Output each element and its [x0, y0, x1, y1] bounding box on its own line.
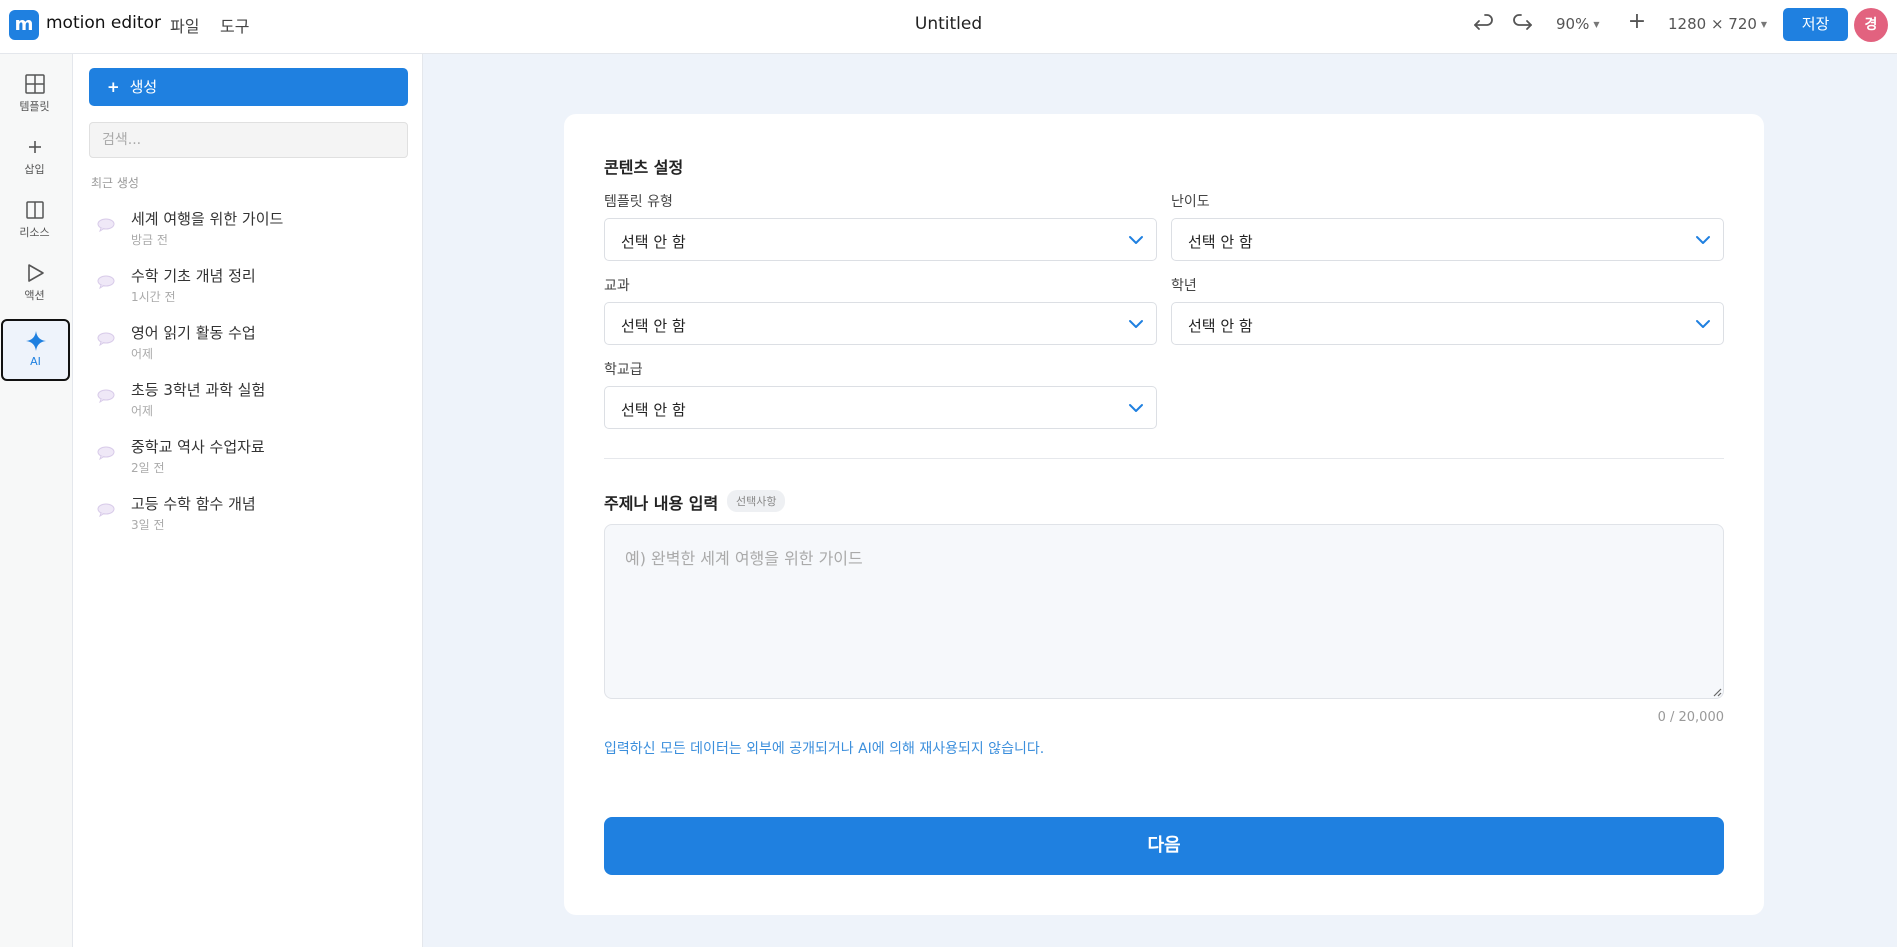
history-time: 3일 전 — [131, 518, 165, 532]
history-time: 2일 전 — [131, 461, 165, 475]
rail-item-ai[interactable]: AI — [1, 319, 70, 381]
history-time: 방금 전 — [131, 233, 168, 247]
history-time: 어제 — [131, 404, 154, 418]
topic-textarea[interactable] — [604, 524, 1724, 699]
history-item[interactable]: 초등 3학년 과학 실험 어제 — [89, 377, 408, 427]
grid-icon — [24, 74, 45, 94]
subject-select[interactable]: 선택 안 함 — [604, 302, 1157, 345]
rail-label: 삽입 — [24, 163, 45, 176]
resize-grip-icon[interactable] — [1712, 687, 1722, 697]
zoom-select[interactable]: 90% ▼ — [1556, 15, 1600, 33]
sparkle-icon — [25, 331, 46, 351]
menu-file[interactable]: 파일 — [170, 13, 199, 37]
difficulty-value: 선택 안 함 — [1188, 233, 1253, 251]
history-item[interactable]: 고등 수학 함수 개념 3일 전 — [89, 491, 408, 541]
redo-icon[interactable] — [1509, 12, 1535, 38]
chevron-down-icon — [1129, 236, 1143, 244]
history-item[interactable]: 수학 기초 개념 정리 1시간 전 — [89, 263, 408, 313]
history-title: 영어 읽기 활동 수업 — [131, 324, 256, 342]
app-name: motion editor — [46, 13, 161, 33]
history-time: 1시간 전 — [131, 290, 176, 304]
difficulty-select[interactable]: 선택 안 함 — [1171, 218, 1724, 261]
chevron-down-icon — [1696, 320, 1710, 328]
chat-bubble-icon — [97, 446, 115, 460]
columns-icon — [25, 201, 44, 219]
plus-icon — [28, 141, 41, 153]
char-counter: 0 / 20,000 — [1657, 710, 1724, 725]
history-title: 고등 수학 함수 개념 — [131, 495, 256, 513]
zoom-value: 90% — [1556, 15, 1590, 33]
history-item[interactable]: 세계 여행을 위한 가이드 방금 전 — [89, 206, 408, 256]
chat-bubble-icon — [97, 332, 115, 346]
app-logo[interactable]: m — [9, 10, 39, 40]
history-title: 중학교 역사 수업자료 — [131, 438, 265, 456]
save-button[interactable]: 저장 — [1783, 8, 1848, 41]
caret-down-icon: ▼ — [1593, 20, 1600, 29]
grade-select[interactable]: 선택 안 함 — [1171, 302, 1724, 345]
caret-down-icon: ▼ — [1760, 20, 1768, 29]
doc-title[interactable]: Untitled — [915, 14, 982, 34]
play-icon — [27, 264, 44, 282]
chevron-down-icon — [1696, 236, 1710, 244]
history-title: 세계 여행을 위한 가이드 — [131, 210, 284, 228]
difficulty-label: 난이도 — [1171, 194, 1210, 210]
rail-label: 리소스 — [19, 226, 50, 239]
template-type-label: 템플릿 유형 — [604, 194, 673, 210]
doc-title-wrapper: Untitled — [0, 14, 1897, 34]
side-panel: + 생성 최근 생성 세계 여행을 위한 가이드 방금 전 수학 기초 개념 정리… — [73, 54, 423, 947]
left-rail: 템플릿 삽입 리소스 액션 AI — [0, 54, 73, 947]
chat-bubble-icon — [97, 389, 115, 403]
recent-label: 최근 생성 — [91, 176, 139, 190]
grade-label: 학년 — [1171, 278, 1197, 294]
topic-title: 주제나 내용 입력 — [604, 494, 719, 513]
chevron-down-icon — [1129, 404, 1143, 412]
grade-value: 선택 안 함 — [1188, 317, 1253, 335]
rail-item-insert[interactable]: 삽입 — [0, 127, 69, 189]
top-bar: m motion editor 파일 도구 Untitled 90% ▼ + 12… — [0, 0, 1897, 54]
template-type-value: 선택 안 함 — [621, 233, 686, 251]
add-button[interactable]: + — [1626, 9, 1648, 34]
canvas-size-select[interactable]: 1280 × 720 ▼ — [1668, 15, 1767, 33]
chat-bubble-icon — [97, 503, 115, 517]
menu-tools[interactable]: 도구 — [220, 13, 249, 37]
history-title: 수학 기초 개념 정리 — [131, 267, 256, 285]
history-item[interactable]: 중학교 역사 수업자료 2일 전 — [89, 434, 408, 484]
subject-value: 선택 안 함 — [621, 317, 686, 335]
divider — [604, 458, 1724, 459]
plus-icon: + — [107, 78, 120, 96]
chevron-down-icon — [1129, 320, 1143, 328]
search-input[interactable] — [89, 122, 408, 158]
template-type-select[interactable]: 선택 안 함 — [604, 218, 1157, 261]
rail-item-templates[interactable]: 템플릿 — [0, 64, 69, 126]
create-label: 생성 — [129, 78, 158, 96]
chat-bubble-icon — [97, 218, 115, 232]
undo-icon[interactable] — [1471, 12, 1497, 38]
school-level-select[interactable]: 선택 안 함 — [604, 386, 1157, 429]
rail-label: 액션 — [24, 289, 45, 302]
school-level-label: 학교급 — [604, 362, 643, 378]
avatar[interactable]: 경 — [1854, 8, 1888, 42]
next-button[interactable]: 다음 — [604, 817, 1724, 875]
history-title: 초등 3학년 과학 실험 — [131, 381, 266, 399]
rail-item-resources[interactable]: 리소스 — [0, 190, 69, 252]
optional-badge: 선택사항 — [727, 490, 786, 512]
content-settings-card: 콘텐츠 설정 템플릿 유형 선택 안 함 난이도 선택 안 함 교과 선택 안 … — [564, 114, 1764, 915]
rail-label: 템플릿 — [19, 100, 50, 113]
history-item[interactable]: 영어 읽기 활동 수업 어제 — [89, 320, 408, 370]
chat-bubble-icon — [97, 275, 115, 289]
create-button[interactable]: + 생성 — [89, 68, 408, 106]
canvas-size-value: 1280 × 720 — [1668, 15, 1757, 33]
rail-item-actions[interactable]: 액션 — [0, 253, 69, 315]
section-title: 콘텐츠 설정 — [604, 158, 684, 177]
rail-label: AI — [30, 355, 41, 368]
privacy-notice: 입력하신 모든 데이터는 외부에 공개되거나 AI에 의해 재사용되지 않습니다… — [604, 741, 1045, 757]
history-time: 어제 — [131, 347, 154, 361]
subject-label: 교과 — [604, 278, 630, 294]
school-level-value: 선택 안 함 — [621, 401, 686, 419]
